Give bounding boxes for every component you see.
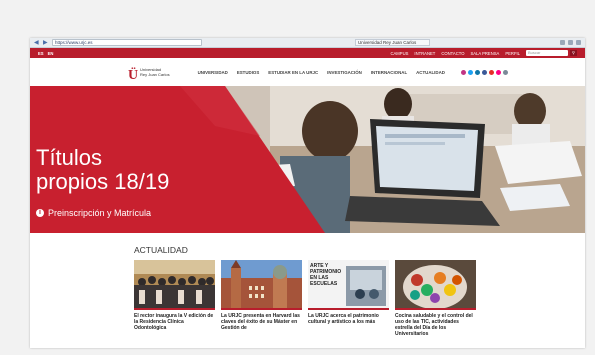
linkedin-icon[interactable] [474, 69, 480, 75]
news-cards: El rector inaugura la V edición de la Re… [134, 260, 476, 343]
forward-icon[interactable]: ▶ [43, 40, 49, 46]
news-card-caption: Cocina saludable y el control del uso de… [395, 313, 473, 337]
hero-title: Títulos propios 18/19 [36, 146, 169, 194]
news-card[interactable]: ARTE Y PATRIMONIO EN LAS ESCUELAS La URJ… [308, 260, 389, 343]
menu-item-internacional[interactable]: INTERNACIONAL [371, 70, 407, 75]
globe-icon[interactable] [502, 69, 508, 75]
news-card[interactable]: El rector inaugura la V edición de la Re… [134, 260, 215, 343]
news-card-caption: La URJC presenta en Harvard las claves d… [221, 313, 300, 331]
top-link-contacto[interactable]: CONTACTO [441, 51, 464, 56]
top-link-intranet[interactable]: INTRANET [414, 51, 435, 56]
news-card-caption: El rector inaugura la V edición de la Re… [134, 313, 214, 331]
browser-toolbar: ◀ ▶ https://www.urjc.es Universidad Rey … [30, 38, 585, 48]
hero-title-line1: Títulos [36, 145, 103, 170]
instagram-icon[interactable] [460, 69, 466, 75]
news-card-image [221, 260, 302, 310]
news-card[interactable]: La URJC presenta en Harvard las claves d… [221, 260, 302, 343]
gear-icon[interactable] [576, 40, 581, 45]
news-card-image [395, 260, 476, 310]
star-icon[interactable] [568, 40, 573, 45]
info-icon: i [36, 209, 44, 217]
menu-item-actualidad[interactable]: ACTUALIDAD [416, 70, 445, 75]
social-links [460, 69, 508, 75]
search-icon[interactable]: ⚲ [570, 50, 577, 56]
news-card-image: ARTE Y PATRIMONIO EN LAS ESCUELAS [308, 260, 389, 310]
news-card-image [134, 260, 215, 310]
logo-mark: Ü [128, 67, 139, 83]
address-bar[interactable]: https://www.urjc.es [52, 39, 202, 46]
news-heading: ACTUALIDAD [134, 245, 188, 255]
site-header: Ü Universidad Rey Juan Carlos UNIVERSIDA… [30, 58, 585, 86]
logo-line2: Rey Juan Carlos [140, 72, 170, 77]
news-card-caption: La URJC acerca el patrimonio cultural y … [308, 313, 379, 325]
news-card[interactable]: Cocina saludable y el control del uso de… [395, 260, 476, 343]
top-link-campus[interactable]: CAMPUS [390, 51, 408, 56]
flickr-icon[interactable] [495, 69, 501, 75]
twitter-icon[interactable] [467, 69, 473, 75]
lang-en[interactable]: EN [48, 51, 54, 56]
back-icon[interactable]: ◀ [34, 40, 40, 46]
top-link-perfil[interactable]: PERFIL [505, 51, 520, 56]
menu-item-universidad[interactable]: UNIVERSIDAD [198, 70, 228, 75]
browser-tab[interactable]: Universidad Rey Juan Carlos [355, 39, 430, 46]
menu-item-estudios[interactable]: ESTUDIOS [237, 70, 259, 75]
menu-item-estudiar[interactable]: ESTUDIAR EN LA URJC [268, 70, 318, 75]
hero-title-line2: propios 18/19 [36, 169, 170, 194]
lang-es[interactable]: ES [38, 51, 44, 56]
youtube-icon[interactable] [488, 69, 494, 75]
hero-banner[interactable]: Títulos propios 18/19 i Preinscripción y… [30, 86, 585, 233]
university-logo[interactable]: Ü Universidad Rey Juan Carlos [128, 66, 170, 83]
browser-window: ◀ ▶ https://www.urjc.es Universidad Rey … [30, 38, 585, 348]
hero-cta-label: Preinscripción y Matrícula [48, 208, 152, 218]
search-input[interactable]: Buscar [526, 50, 568, 56]
facebook-icon[interactable] [481, 69, 487, 75]
menu-item-investigacion[interactable]: INVESTIGACIÓN [327, 70, 362, 75]
top-link-prensa[interactable]: SALA PRENSA [470, 51, 499, 56]
hero-cta-link[interactable]: i Preinscripción y Matrícula [36, 208, 151, 218]
top-utility-bar: ES EN CAMPUS INTRANET CONTACTO SALA PREN… [30, 48, 585, 58]
home-icon[interactable] [560, 40, 565, 45]
main-menu: UNIVERSIDAD ESTUDIOS ESTUDIAR EN LA URJC… [198, 70, 445, 75]
